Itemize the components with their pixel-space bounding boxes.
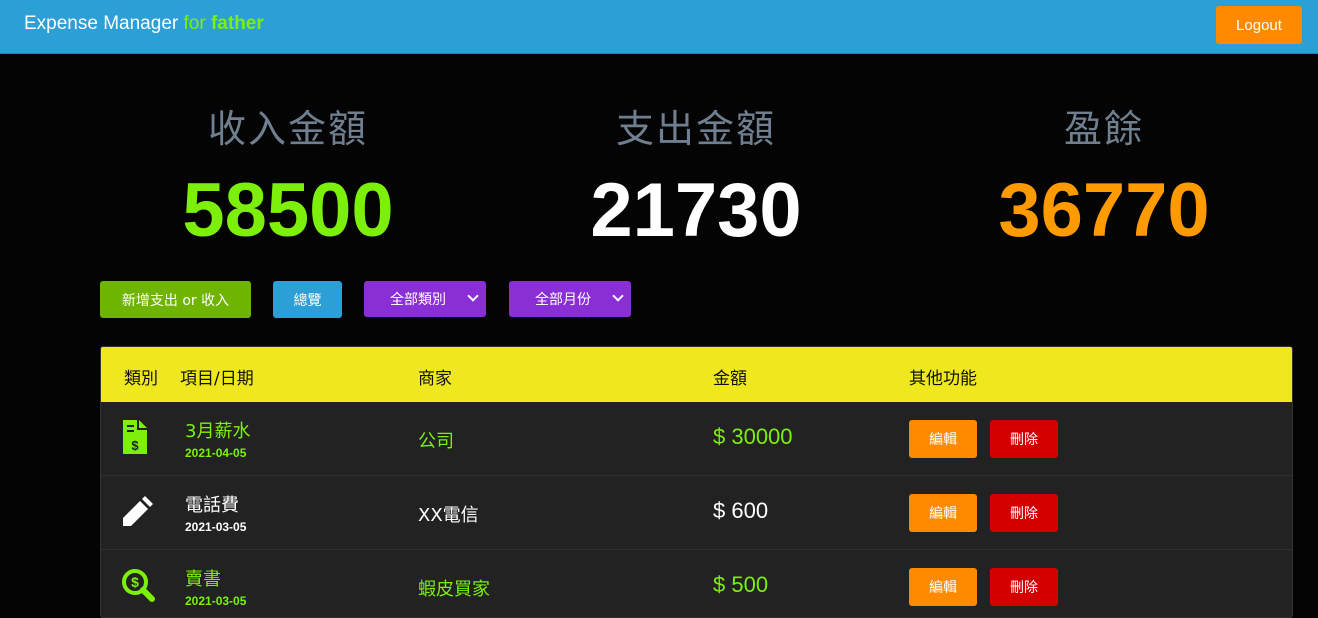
balance-label: 盈餘	[1063, 107, 1144, 151]
brand-username: father	[210, 13, 264, 34]
category-filter-select[interactable]: 全部類別	[364, 281, 486, 317]
month-filter-select[interactable]: 全部月份	[509, 281, 631, 317]
expense-label: 支出金額	[615, 107, 776, 151]
delete-button[interactable]: 刪除	[990, 494, 1058, 532]
header-category: 類別	[124, 369, 158, 389]
edit-button[interactable]: 編輯	[909, 568, 977, 606]
row-title: 賣書	[185, 569, 221, 590]
chevron-down-icon	[467, 290, 479, 302]
search-dollar-icon: $	[122, 569, 155, 602]
category-filter-value: 全部類別	[390, 292, 446, 308]
edit-button[interactable]: 編輯	[909, 494, 977, 532]
edit-button[interactable]: 編輯	[909, 420, 977, 458]
row-amount: $ 500	[713, 572, 769, 597]
add-entry-button[interactable]: 新增支出 or 收入	[100, 281, 251, 318]
table-row: 電話費 2021-03-05 XX電信 $ 600 編輯 刪除	[101, 476, 1292, 550]
transactions-table: 類別 項目/日期 商家 金額 其他功能 $ 3月薪水 2021-04-05 公司…	[100, 346, 1293, 618]
header-item-date: 項目/日期	[180, 369, 254, 389]
row-merchant: 蝦皮買家	[418, 579, 490, 600]
expense-summary: 支出金額 21730	[546, 104, 846, 256]
balance-value: 36770	[998, 168, 1210, 253]
header-amount: 金額	[713, 369, 747, 389]
svg-text:$: $	[131, 438, 139, 453]
balance-summary: 盈餘 36770	[954, 104, 1254, 256]
month-filter-value: 全部月份	[535, 292, 591, 308]
table-header: 類別 項目/日期 商家 金額 其他功能	[101, 347, 1292, 402]
row-merchant: 公司	[418, 431, 454, 452]
header-merchant: 商家	[418, 369, 452, 389]
svg-text:$: $	[131, 574, 139, 590]
invoice-dollar-icon: $	[123, 420, 147, 454]
table-row: $ 3月薪水 2021-04-05 公司 $ 30000 編輯 刪除	[101, 402, 1292, 476]
row-merchant: XX電信	[418, 505, 479, 526]
row-date: 2021-03-05	[185, 594, 247, 608]
logout-button[interactable]: Logout	[1216, 6, 1302, 44]
chevron-down-icon	[612, 290, 624, 302]
row-date: 2021-03-05	[185, 520, 247, 534]
brand-title: Expense Manager	[24, 13, 179, 34]
brand-for: for	[183, 13, 206, 34]
row-title: 電話費	[185, 495, 239, 516]
delete-button[interactable]: 刪除	[990, 568, 1058, 606]
row-date: 2021-04-05	[185, 446, 247, 460]
app-brand[interactable]: Expense Manager for father	[24, 13, 264, 35]
row-amount: $ 600	[713, 498, 769, 523]
overview-button[interactable]: 總覽	[273, 281, 342, 318]
income-summary: 收入金額 58500	[138, 104, 438, 256]
navbar: Expense Manager for father Logout	[0, 0, 1318, 54]
row-title: 3月薪水	[185, 421, 251, 442]
income-value: 58500	[182, 168, 394, 253]
header-actions: 其他功能	[909, 369, 977, 389]
income-label: 收入金額	[207, 107, 368, 151]
row-amount: $ 30000	[713, 424, 793, 449]
pencil-icon	[123, 496, 153, 526]
table-row: $ 賣書 2021-03-05 蝦皮買家 $ 500 編輯 刪除	[101, 550, 1292, 617]
delete-button[interactable]: 刪除	[990, 420, 1058, 458]
expense-value: 21730	[590, 168, 802, 253]
